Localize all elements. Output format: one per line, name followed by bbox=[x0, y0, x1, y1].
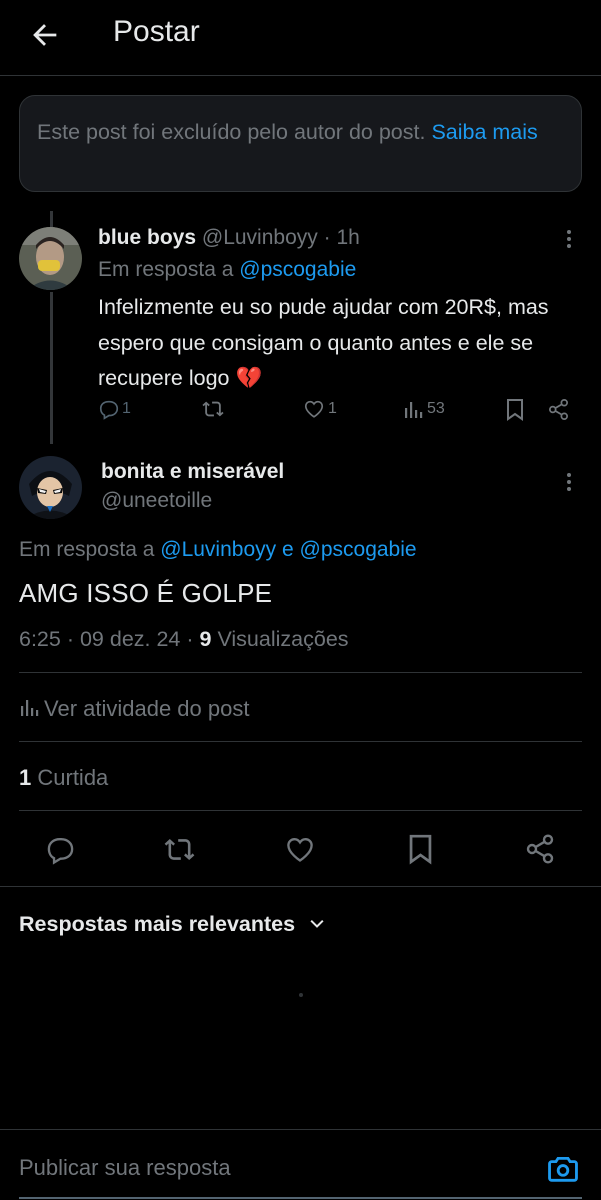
top-bar: Postar bbox=[0, 0, 601, 76]
author-handle[interactable]: @uneetoille bbox=[101, 489, 212, 512]
reply-button[interactable]: 1 bbox=[98, 398, 131, 420]
page-title: Postar bbox=[113, 15, 200, 48]
deleted-notice-text: Este post foi excluído pelo autor do pos… bbox=[37, 120, 426, 144]
avatar[interactable] bbox=[19, 227, 82, 290]
more-options-icon[interactable] bbox=[567, 470, 573, 494]
reply-count: 1 bbox=[122, 400, 131, 417]
post-meta: 6:25 · 09 dez. 24 · 9 Visualizações bbox=[19, 627, 349, 651]
share-icon bbox=[549, 399, 568, 420]
views-label: Visualizações bbox=[217, 627, 349, 651]
bookmark-icon[interactable] bbox=[407, 833, 434, 865]
views-button[interactable]: 53 bbox=[403, 398, 445, 420]
author-name[interactable]: bonita e miserável bbox=[101, 460, 284, 483]
input-underline bbox=[19, 1197, 582, 1199]
like-count: 1 bbox=[328, 400, 337, 417]
reply-icon bbox=[99, 400, 119, 420]
reply-context: Em resposta a @pscogabie bbox=[98, 258, 356, 282]
bookmark-button[interactable] bbox=[505, 398, 525, 421]
share-icon[interactable] bbox=[524, 833, 556, 865]
reply-conjunction: e bbox=[281, 538, 294, 561]
reply-prefix: Em resposta a bbox=[98, 258, 234, 281]
views-count: 9 bbox=[199, 627, 212, 651]
activity-icon bbox=[21, 700, 39, 716]
post-time[interactable]: 1h bbox=[336, 226, 359, 249]
repost-icon[interactable] bbox=[162, 834, 197, 865]
reply-to-link[interactable]: @pscogabie bbox=[300, 538, 417, 561]
thread-line-top bbox=[50, 211, 53, 227]
share-button[interactable] bbox=[547, 398, 570, 421]
activity-label: Ver atividade do post bbox=[44, 696, 250, 721]
likes-label: Curtida bbox=[37, 765, 109, 790]
bookmark-icon bbox=[507, 399, 523, 421]
author-handle[interactable]: @Luvinboyy bbox=[202, 226, 318, 249]
main-post-author-name[interactable]: bonita e miserável bbox=[101, 460, 284, 484]
like-button[interactable]: 1 bbox=[303, 398, 337, 420]
divider bbox=[19, 810, 582, 811]
arrow-left-icon[interactable] bbox=[28, 18, 62, 52]
reply-post-author: blue boys @Luvinboyy · 1h bbox=[98, 226, 360, 250]
reply-to-link[interactable]: @Luvinboyy bbox=[160, 538, 276, 561]
main-post-author-handle[interactable]: @uneetoille bbox=[101, 489, 212, 513]
learn-more-link[interactable]: Saiba mais bbox=[431, 120, 537, 144]
loading-indicator bbox=[299, 993, 303, 997]
view-activity-button[interactable]: Ver atividade do post bbox=[19, 696, 249, 722]
views-icon bbox=[405, 402, 423, 418]
heart-icon[interactable] bbox=[284, 834, 316, 865]
likes-count: 1 bbox=[19, 765, 32, 790]
repost-icon bbox=[202, 401, 224, 417]
post-time: 6:25 bbox=[19, 627, 61, 651]
repost-button[interactable] bbox=[201, 398, 225, 420]
more-options-icon[interactable] bbox=[567, 227, 573, 251]
divider bbox=[0, 886, 601, 887]
post-date: 09 dez. 24 bbox=[79, 627, 181, 651]
reply-to-link[interactable]: @pscogabie bbox=[239, 258, 356, 281]
thread-line-bottom bbox=[50, 292, 53, 444]
reply-context: Em resposta a @Luvinboyy e @pscogabie bbox=[19, 538, 417, 562]
reply-input[interactable] bbox=[19, 1155, 519, 1181]
view-count: 53 bbox=[427, 400, 445, 417]
author-name[interactable]: blue boys bbox=[98, 226, 196, 249]
likes-summary[interactable]: 1 Curtida bbox=[19, 765, 108, 791]
divider bbox=[19, 672, 582, 673]
heart-icon bbox=[304, 400, 324, 418]
sort-replies-dropdown[interactable]: Respostas mais relevantes bbox=[19, 912, 327, 937]
divider bbox=[19, 741, 582, 742]
reply-post-text: Infelizmente eu so pude ajudar com 20R$,… bbox=[98, 295, 549, 390]
dot-separator: · bbox=[323, 226, 331, 249]
reply-compose-bar bbox=[0, 1129, 601, 1200]
reply-icon[interactable] bbox=[45, 834, 76, 865]
chevron-down-icon bbox=[310, 919, 324, 928]
sort-label: Respostas mais relevantes bbox=[19, 912, 296, 936]
reply-prefix: Em resposta a bbox=[19, 538, 155, 561]
deleted-post-notice: Este post foi excluído pelo autor do pos… bbox=[19, 95, 582, 192]
avatar[interactable] bbox=[19, 456, 82, 519]
camera-icon[interactable] bbox=[545, 1152, 581, 1186]
main-post-text: AMG ISSO É GOLPE bbox=[19, 578, 273, 608]
